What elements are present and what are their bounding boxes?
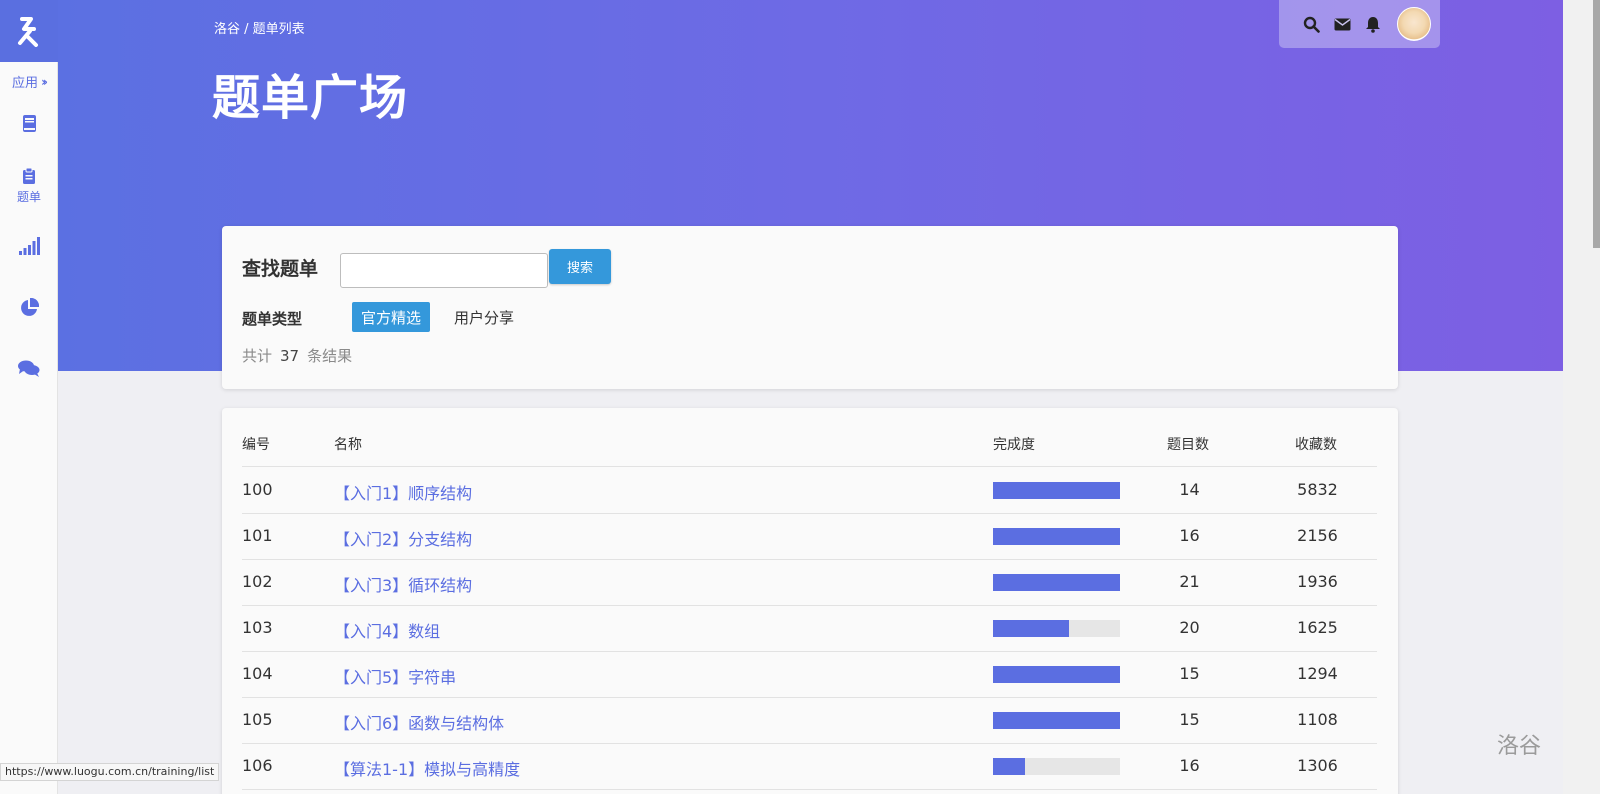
sidebar-apps-label: 应用 (12, 76, 39, 91)
mail-icon[interactable] (1334, 18, 1351, 31)
breadcrumb[interactable]: 洛谷 / 题单列表 (214, 18, 305, 37)
training-list-card: 编号 名称 完成度 题目数 收藏数 100 【入门1】顺序结构 14 5832 101 【… (222, 408, 1398, 794)
watermark: 洛谷 (1497, 734, 1542, 759)
sidebar-apps-toggle[interactable]: 应用 ›› (0, 72, 57, 92)
progress-bar-fill (993, 528, 1120, 545)
row-name-link[interactable]: 【入门1】顺序结构 (334, 480, 472, 504)
table-row[interactable]: 103 【入门4】数组 20 1625 (242, 606, 1377, 652)
top-toolbar (1279, 0, 1440, 48)
sidebar-item-training[interactable]: 题单 (0, 167, 58, 205)
progress-bar (993, 666, 1120, 683)
progress-bar-fill (993, 758, 1025, 775)
header-name: 名称 (334, 437, 362, 453)
signal-icon (18, 237, 40, 255)
row-name-link[interactable]: 【算法1-1】模拟与高精度 (334, 756, 520, 780)
progress-bar (993, 712, 1120, 729)
header-id: 编号 (242, 437, 270, 453)
row-problem-count: 21 (1179, 572, 1200, 591)
sidebar-item-ranking[interactable] (0, 237, 58, 255)
row-name-link[interactable]: 【入门6】函数与结构体 (334, 710, 504, 734)
luogu-logo[interactable] (0, 0, 58, 62)
row-problem-count: 16 (1179, 756, 1200, 775)
sidebar-item-records[interactable] (0, 298, 58, 318)
progress-bar (993, 482, 1120, 499)
result-count-number: 37 (280, 347, 300, 365)
progress-bar (993, 528, 1120, 545)
status-bar-url: https://www.luogu.com.cn/training/list (0, 763, 220, 781)
search-input[interactable] (340, 253, 548, 288)
header-problem-count: 题目数 (1167, 437, 1209, 453)
progress-bar-fill (993, 574, 1120, 591)
type-option-user[interactable]: 用户分享 (445, 302, 523, 332)
page-title: 题单广场 (212, 70, 409, 126)
row-favorites: 1294 (1297, 664, 1338, 683)
type-label: 题单类型 (242, 310, 303, 328)
row-problem-count: 15 (1179, 664, 1200, 683)
row-problem-count: 14 (1179, 480, 1200, 499)
progress-bar (993, 620, 1120, 637)
row-favorites: 1108 (1297, 710, 1338, 729)
row-favorites: 5832 (1297, 480, 1338, 499)
row-id: 102 (242, 572, 273, 591)
sidebar-item-discuss[interactable] (0, 360, 58, 377)
scrollbar-thumb[interactable] (1593, 0, 1600, 248)
progress-bar-fill (993, 620, 1070, 637)
row-name-link[interactable]: 【入门3】循环结构 (334, 572, 472, 596)
row-id: 106 (242, 756, 273, 775)
scrollbar[interactable] (1563, 0, 1600, 794)
pie-chart-icon (21, 298, 39, 316)
book-icon (22, 115, 36, 132)
progress-bar (993, 758, 1120, 775)
result-count-suffix: 条结果 (307, 347, 353, 365)
row-id: 101 (242, 526, 273, 545)
table-row[interactable]: 106 【算法1-1】模拟与高精度 16 1306 (242, 744, 1377, 790)
table-row[interactable]: 104 【入门5】字符串 15 1294 (242, 652, 1377, 698)
header-progress: 完成度 (993, 437, 1035, 453)
sidebar: 应用 ›› 题单 (0, 0, 58, 794)
row-problem-count: 20 (1179, 618, 1200, 637)
table-row[interactable]: 101 【入门2】分支结构 16 2156 (242, 514, 1377, 560)
progress-bar (993, 574, 1120, 591)
sidebar-item-training-label: 题单 (16, 190, 41, 204)
type-option-official[interactable]: 官方精选 (352, 302, 431, 332)
row-name-link[interactable]: 【入门4】数组 (334, 618, 440, 642)
header-favorites: 收藏数 (1295, 437, 1337, 453)
search-title: 查找题单 (242, 258, 319, 280)
row-favorites: 1625 (1297, 618, 1338, 637)
row-problem-count: 16 (1179, 526, 1200, 545)
row-name-link[interactable]: 【入门5】字符串 (334, 664, 456, 688)
bell-icon[interactable] (1365, 16, 1381, 33)
row-favorites: 2156 (1297, 526, 1338, 545)
row-id: 105 (242, 710, 273, 729)
table-row[interactable]: 105 【入门6】函数与结构体 15 1108 (242, 698, 1377, 744)
row-name-link[interactable]: 【入门2】分支结构 (334, 526, 472, 550)
clipboard-icon (23, 167, 35, 184)
row-problem-count: 15 (1179, 710, 1200, 729)
progress-bar-fill (993, 666, 1120, 683)
row-id: 100 (242, 480, 273, 499)
row-favorites: 1306 (1297, 756, 1338, 775)
result-count-prefix: 共计 (242, 347, 273, 365)
row-id: 104 (242, 664, 273, 683)
row-id: 103 (242, 618, 273, 637)
table-header: 编号 名称 完成度 题目数 收藏数 (242, 434, 1377, 467)
table-row[interactable]: 100 【入门1】顺序结构 14 5832 (242, 468, 1377, 514)
comments-icon (18, 360, 40, 377)
search-card: 查找题单 搜索 题单类型 官方精选 用户分享 共计 37 条结果 (222, 226, 1398, 389)
search-icon[interactable] (1303, 16, 1320, 33)
progress-bar-fill (993, 712, 1120, 729)
avatar[interactable] (1397, 7, 1431, 41)
table-row[interactable]: 102 【入门3】循环结构 21 1936 (242, 560, 1377, 606)
chevron-right-double-icon: ›› (41, 74, 48, 89)
result-count: 共计 37 条结果 (242, 345, 352, 366)
sidebar-item-problems[interactable] (0, 114, 58, 133)
search-button[interactable]: 搜索 (549, 249, 611, 284)
row-favorites: 1936 (1297, 572, 1338, 591)
progress-bar-fill (993, 482, 1120, 499)
